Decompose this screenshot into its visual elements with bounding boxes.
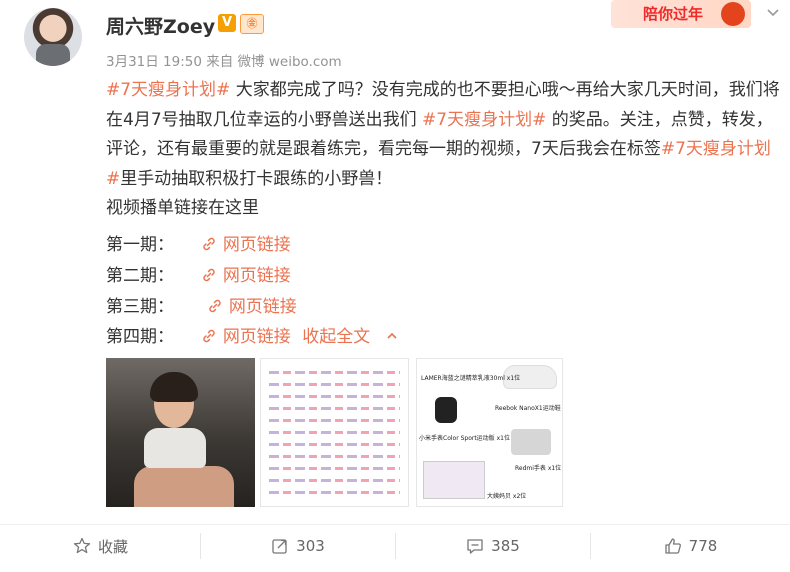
like-count: 778: [688, 537, 718, 555]
prize-label: LAMER海蓝之谜精萃乳液30ml x1位: [421, 375, 521, 382]
timestamp[interactable]: 3月31日 19:50: [106, 54, 202, 70]
issue-label: 第二期：: [106, 266, 174, 286]
verified-badge[interactable]: V: [218, 14, 236, 32]
issue-link[interactable]: 网页链接: [223, 235, 291, 255]
prize-label: 大姨妈贝 x2位: [487, 493, 527, 500]
link-icon: [209, 299, 221, 313]
post-content: #7天瘦身计划# 大家都完成了吗？没有完成的也不要担心哦～再给大家几天时间，我们…: [106, 76, 782, 224]
issue-label: 第一期：: [106, 235, 174, 255]
link-icon: [203, 268, 215, 282]
avatar-figure: [36, 44, 70, 66]
checklist-line: [269, 371, 400, 374]
box-image: [423, 461, 485, 499]
repost-button[interactable]: 303: [200, 530, 395, 562]
link-icon: [203, 237, 215, 251]
playlist-line: 视频播单链接在这里: [106, 198, 259, 219]
favorite-button[interactable]: 收藏: [0, 530, 200, 562]
promo-text: 陪你过年: [643, 5, 704, 23]
topic-link[interactable]: #7天瘦身计划#: [422, 110, 546, 130]
checklist-line: [269, 455, 400, 458]
issue-link[interactable]: 网页链接: [229, 297, 297, 317]
star-icon: [73, 537, 91, 554]
issue-row: 第一期： 网页链接: [106, 230, 291, 255]
checklist-line: [269, 431, 400, 434]
issue-row: 第四期： 网页链接 收起全文: [106, 322, 398, 347]
post-image-checklist[interactable]: [260, 358, 409, 507]
chevron-up-icon[interactable]: [386, 331, 398, 346]
post-text: 里手动抽取积极打卡跟练的小野兽！: [120, 168, 393, 189]
checklist-line: [269, 491, 400, 494]
post-paragraph: #7天瘦身计划# 大家都完成了吗？没有完成的也不要担心哦～再给大家几天时间，我们…: [106, 76, 782, 194]
watch-image: [435, 397, 457, 423]
checklist-line: [269, 395, 400, 398]
issue-link[interactable]: 网页链接: [223, 327, 291, 347]
post-image-photo[interactable]: [106, 358, 255, 507]
repost-count: 303: [296, 537, 325, 555]
comment-icon: [467, 539, 483, 554]
link-icon: [203, 329, 215, 343]
issue-label: 第四期：: [106, 327, 174, 347]
like-button[interactable]: 778: [590, 530, 790, 562]
username[interactable]: 周六野Zoey: [106, 12, 215, 39]
checklist-line: [269, 407, 400, 410]
favorite-label: 收藏: [97, 537, 128, 556]
avatar[interactable]: [24, 8, 82, 66]
post-source: 来自 微博 weibo.com: [206, 54, 342, 70]
issue-row: 第二期： 网页链接: [106, 261, 291, 286]
more-menu-button[interactable]: [765, 4, 781, 24]
checklist-line: [269, 383, 400, 386]
checklist-line: [269, 443, 400, 446]
action-bar-divider: [0, 524, 790, 525]
photo-figure-hair: [150, 372, 198, 402]
post-meta: 3月31日 19:50 来自 微博 weibo.com: [106, 50, 342, 70]
promo-banner[interactable]: 陪你过年: [611, 0, 751, 28]
issue-link[interactable]: 网页链接: [223, 266, 291, 286]
comment-button[interactable]: 385: [395, 530, 590, 562]
prize-label: Redmi手表 x1位: [515, 465, 562, 472]
checklist-line: [269, 419, 400, 422]
post-image-prizes[interactable]: LAMER海蓝之谜精萃乳液30ml x1位 Reebok NanoX1运动鞋 x…: [416, 358, 563, 507]
checklist-line: [269, 479, 400, 482]
photo-figure-top: [144, 428, 206, 468]
prize-label: 小米手表Color Sport运动版 x1位: [419, 435, 510, 442]
issue-label: 第三期：: [106, 297, 174, 317]
checklist-line: [269, 467, 400, 470]
collapse-button[interactable]: 收起全文: [302, 327, 370, 347]
comment-count: 385: [491, 537, 520, 555]
fan-badge[interactable]: ㊎: [240, 14, 264, 34]
prize-label: Reebok NanoX1运动鞋 x3位: [495, 405, 562, 412]
thumbs-up-icon: [665, 538, 681, 554]
photo-figure-legs: [134, 466, 234, 507]
issue-row: 第三期： 网页链接: [106, 292, 297, 317]
chevron-down-icon: [767, 9, 779, 17]
watch-set-image: [511, 429, 551, 455]
promo-ball-icon: [721, 2, 745, 26]
topic-link[interactable]: #7天瘦身计划#: [106, 80, 230, 100]
repost-icon: [272, 539, 287, 554]
